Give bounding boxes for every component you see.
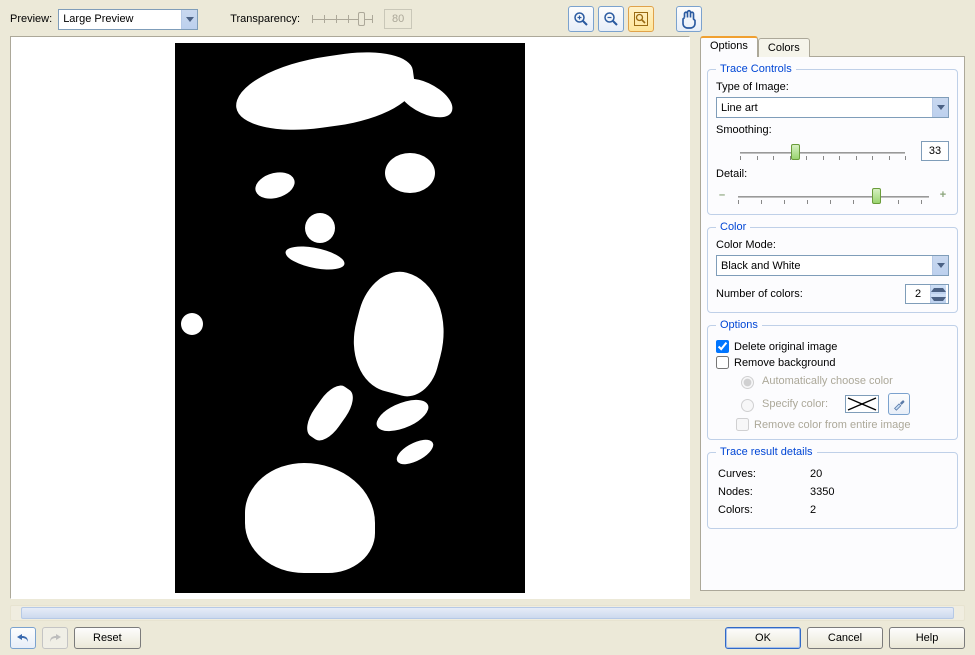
zoom-in-button[interactable] xyxy=(568,6,594,32)
delete-original-label: Delete original image xyxy=(734,341,837,353)
smoothing-label: Smoothing: xyxy=(716,124,949,136)
options-legend: Options xyxy=(716,319,762,331)
remove-background-checkbox[interactable]: Remove background xyxy=(716,356,949,369)
type-of-image-select[interactable]: Line art xyxy=(716,97,949,118)
remove-entire-label: Remove color from entire image xyxy=(754,419,911,431)
remove-background-label: Remove background xyxy=(734,357,836,369)
horizontal-scrollbar[interactable] xyxy=(10,605,965,621)
color-legend: Color xyxy=(716,221,750,233)
trace-controls-legend: Trace Controls xyxy=(716,63,796,75)
chevron-down-icon xyxy=(932,256,948,275)
transparency-value: 80 xyxy=(384,9,412,29)
delete-original-checkbox[interactable]: Delete original image xyxy=(716,340,949,353)
preview-select-value: Large Preview xyxy=(63,13,133,25)
nodes-label: Nodes: xyxy=(718,484,808,500)
chevron-down-icon xyxy=(181,10,197,29)
preview-select[interactable]: Large Preview xyxy=(58,9,198,30)
specify-color-input xyxy=(741,399,754,412)
specify-color-swatch xyxy=(845,395,879,413)
remove-entire-checkbox: Remove color from entire image xyxy=(736,418,949,431)
number-of-colors-spinner[interactable] xyxy=(905,284,949,304)
color-mode-value: Black and White xyxy=(721,260,800,272)
delete-original-input[interactable] xyxy=(716,340,729,353)
chevron-down-icon xyxy=(932,98,948,117)
remove-background-input[interactable] xyxy=(716,356,729,369)
curves-label: Curves: xyxy=(718,466,808,482)
zoom-out-button[interactable] xyxy=(598,6,624,32)
ok-button[interactable]: OK xyxy=(725,627,801,649)
pan-button[interactable] xyxy=(676,6,702,32)
number-of-colors-value[interactable] xyxy=(906,287,930,301)
trace-results-legend: Trace result details xyxy=(716,446,817,458)
color-mode-select[interactable]: Black and White xyxy=(716,255,949,276)
nodes-value: 3350 xyxy=(810,484,947,500)
number-of-colors-label: Number of colors: xyxy=(716,288,803,300)
type-of-image-value: Line art xyxy=(721,102,758,114)
detail-slider[interactable] xyxy=(738,188,929,206)
transparency-slider xyxy=(312,10,372,28)
options-group: Options Delete original image Remove bac… xyxy=(707,319,958,440)
color-group: Color Color Mode: Black and White Number… xyxy=(707,221,958,313)
colors-label: Colors: xyxy=(718,502,808,518)
trace-controls-group: Trace Controls Type of Image: Line art S… xyxy=(707,63,958,215)
zoom-fit-button[interactable] xyxy=(628,6,654,32)
auto-color-input xyxy=(741,376,754,389)
cancel-button[interactable]: Cancel xyxy=(807,627,883,649)
preview-image xyxy=(175,43,525,593)
preview-label: Preview: xyxy=(10,13,52,25)
specify-color-label: Specify color: xyxy=(762,398,828,410)
trace-results-group: Trace result details Curves:20 Nodes:335… xyxy=(707,446,958,529)
redo-button xyxy=(42,627,68,649)
curves-value: 20 xyxy=(810,466,947,482)
tab-options[interactable]: Options xyxy=(700,36,758,57)
detail-label: Detail: xyxy=(716,168,949,180)
preview-canvas[interactable] xyxy=(10,36,690,599)
remove-entire-input xyxy=(736,418,749,431)
eyedropper-button xyxy=(888,393,910,415)
plus-icon: + xyxy=(937,189,949,201)
tab-colors[interactable]: Colors xyxy=(758,38,810,57)
smoothing-slider[interactable] xyxy=(740,144,905,162)
help-button[interactable]: Help xyxy=(889,627,965,649)
colors-value: 2 xyxy=(810,502,947,518)
minus-icon: – xyxy=(716,189,728,201)
color-mode-label: Color Mode: xyxy=(716,239,949,251)
reset-button[interactable]: Reset xyxy=(74,627,141,649)
undo-button[interactable] xyxy=(10,627,36,649)
specify-color-radio: Specify color: xyxy=(736,393,949,415)
type-of-image-label: Type of Image: xyxy=(716,81,949,93)
spin-down-icon[interactable] xyxy=(931,294,946,303)
spin-up-icon[interactable] xyxy=(931,285,946,294)
auto-color-label: Automatically choose color xyxy=(762,375,893,387)
smoothing-value[interactable]: 33 xyxy=(921,141,949,161)
auto-color-radio: Automatically choose color xyxy=(736,373,949,389)
transparency-label: Transparency: xyxy=(230,13,300,25)
